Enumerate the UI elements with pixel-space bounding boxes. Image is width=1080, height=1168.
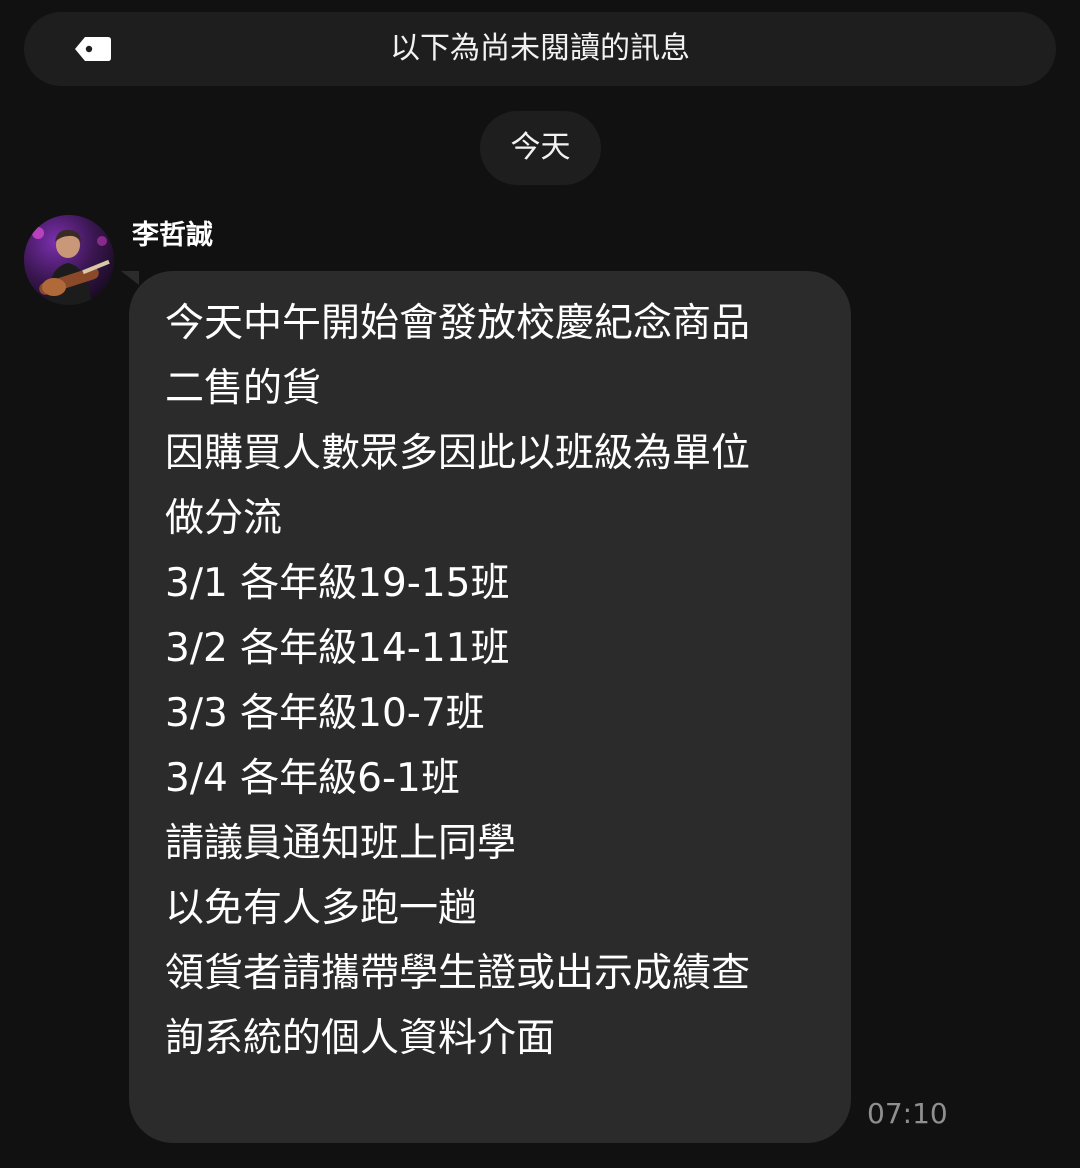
message-line: 領貨者請攜帶學生證或出示成績查	[165, 951, 751, 996]
avatar-photo	[24, 215, 114, 305]
message-text: 今天中午開始會發放校慶紀念商品 二售的貨 因購買人數眾多因此以班級為單位 做分流…	[165, 291, 750, 1071]
date-separator: 今天	[480, 111, 601, 185]
unread-messages-banner[interactable]: 以下為尚未閱讀的訊息	[24, 12, 1056, 86]
message-line: 3/2 各年級14-11班	[165, 626, 510, 671]
sender-name[interactable]: 李哲誠	[132, 218, 213, 254]
message-line: 二售的貨	[165, 366, 322, 411]
message-line: 3/1 各年級19-15班	[165, 561, 510, 606]
message-bubble[interactable]: 今天中午開始會發放校慶紀念商品 二售的貨 因購買人數眾多因此以班級為單位 做分流…	[129, 271, 851, 1143]
unread-banner-text: 以下為尚未閱讀的訊息	[390, 31, 690, 66]
bubble-tail	[121, 271, 139, 285]
message-line: 做分流	[165, 496, 283, 541]
message-line: 請議員通知班上同學	[165, 821, 517, 866]
message-timestamp: 07:10	[867, 1097, 948, 1130]
message-line: 以免有人多跑一趟	[165, 886, 478, 931]
message-line: 今天中午開始會發放校慶紀念商品	[165, 301, 751, 346]
message-line: 因購買人數眾多因此以班級為單位	[165, 431, 751, 476]
message-line: 3/4 各年級6-1班	[165, 756, 460, 801]
chat-screen: 以下為尚未閱讀的訊息 今天 李哲誠 今天中午開始會發放校慶紀念商品 二售的貨 因…	[0, 0, 1080, 1168]
message-line: 詢系統的個人資料介面	[165, 1016, 556, 1061]
message-line: 3/3 各年級10-7班	[165, 691, 485, 736]
avatar[interactable]	[24, 215, 114, 305]
